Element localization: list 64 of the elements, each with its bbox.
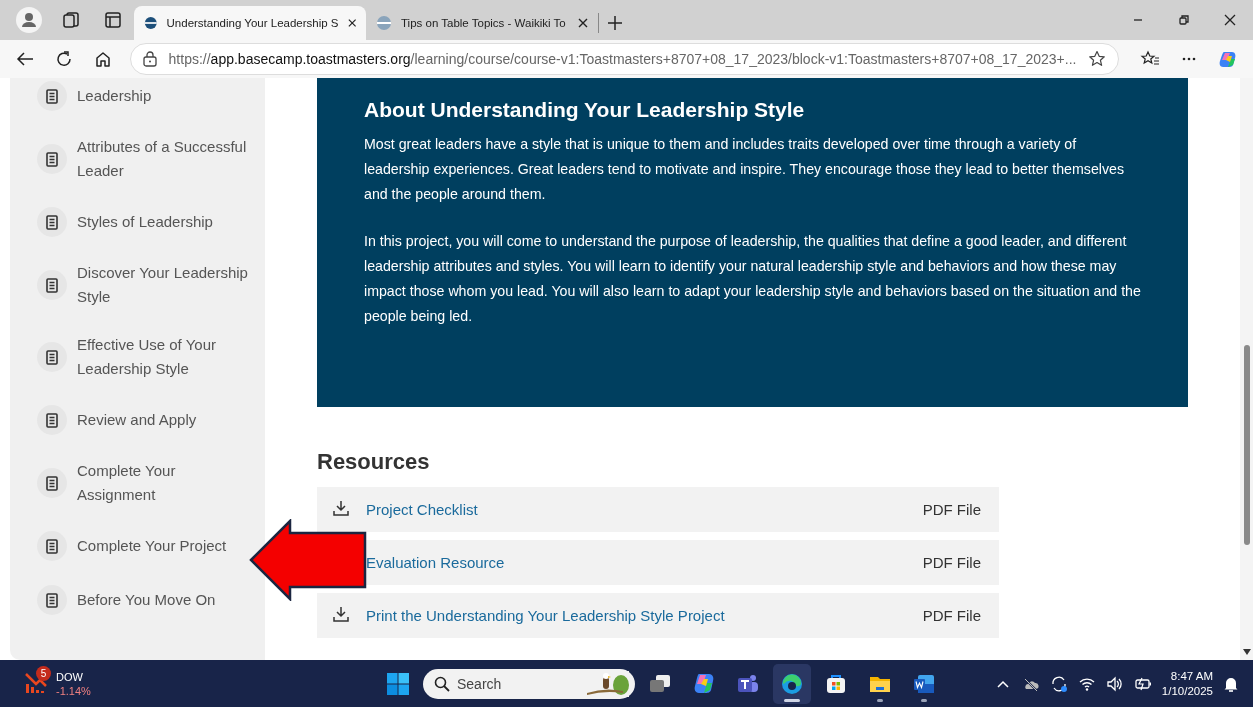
file-type: PDF File — [922, 607, 981, 624]
section-heading: About Understanding Your Leadership Style — [364, 98, 806, 122]
refresh-icon[interactable] — [54, 50, 73, 68]
stock-change: -1.14% — [56, 683, 91, 698]
document-icon — [46, 349, 58, 365]
profile-icon[interactable] — [16, 7, 42, 33]
workspaces-icon[interactable] — [62, 11, 80, 29]
download-icon[interactable] — [333, 605, 349, 622]
file-type: PDF File — [922, 554, 981, 571]
back-icon[interactable] — [15, 50, 34, 68]
site-icon — [376, 15, 392, 31]
taskbar-app[interactable] — [773, 663, 811, 704]
download-icon[interactable] — [333, 499, 349, 516]
edge-icon — [780, 671, 804, 696]
new-tab-icon[interactable] — [607, 15, 623, 31]
restore-icon[interactable] — [1178, 14, 1190, 26]
document-icon — [46, 88, 58, 104]
url-text: https://app.basecamp.toastmasters.org/learning/course/course-v1:Toastmasters+8707+08_17_2023/block-v1:Toastmasters+8707+08_17_2023+... — [168, 51, 1077, 67]
close-icon[interactable] — [1224, 14, 1236, 26]
sidebar-item[interactable]: Before You Move On — [10, 573, 259, 627]
sidebar-item[interactable]: Complete Your Assignment — [10, 447, 259, 519]
site-icon — [144, 15, 158, 31]
address-bar[interactable]: https://app.basecamp.toastmasters.org/learning/course/course-v1:Toastmasters+8707+08_17_2023/block-v1:Toastmasters+8707+08_17_2023+... — [129, 43, 1120, 75]
start-icon[interactable] — [387, 672, 409, 695]
paragraph: In this project, you will come to understand the purpose of leadership, the qualities that define a good leader, and different leadership attributes and styles. You will learn to identify your natural leadership style and behaviors and how these may impact those whom you lead. You will also learn to adapt your leadership style and behaviors based on the situation and the people being led. — [364, 232, 1141, 326]
close-icon[interactable] — [347, 18, 356, 28]
browser-tab[interactable]: Tips on Table Topics - Waikiki To — [366, 6, 598, 40]
document-icon — [46, 214, 58, 230]
resource-link[interactable]: Print the Understanding Your Leadership Style Project — [366, 607, 923, 624]
copilot-icon — [692, 671, 716, 696]
search-icon — [434, 675, 450, 692]
document-icon — [46, 412, 58, 428]
paragraph: Most great leaders have a style that is unique to them and includes traits developed over time through a variety of leadership experiences. Great leaders tend to motivate and inspire. They encourage those they lead to better themselves and the people around them. — [364, 135, 1125, 204]
resource-link[interactable]: Project Checklist — [366, 501, 923, 518]
document-icon — [46, 592, 58, 608]
notification-badge: 5 — [36, 665, 51, 681]
sidebar-item[interactable]: Complete Your Project — [10, 519, 259, 573]
tab-actions-icon[interactable] — [105, 12, 121, 28]
sync-icon[interactable] — [1049, 674, 1068, 693]
document-icon — [46, 151, 58, 167]
clock[interactable]: 8:47 AM 1/10/2025 — [1161, 668, 1213, 699]
close-icon[interactable] — [578, 18, 588, 28]
sidebar-item[interactable]: Attributes of a Successful Leader — [10, 123, 259, 195]
star-icon[interactable] — [1088, 50, 1107, 68]
section-heading: Resources — [317, 449, 431, 475]
document-icon — [46, 277, 58, 293]
scroll-down-icon[interactable] — [1242, 649, 1251, 655]
document-icon — [46, 538, 58, 554]
stock-name: DOW — [56, 669, 84, 684]
favorites-icon[interactable] — [1140, 50, 1160, 68]
sidebar-item[interactable]: Leadership — [10, 78, 259, 123]
sidebar-item[interactable]: Styles of Leadership — [10, 195, 259, 249]
resource-link[interactable]: Evaluation Resource — [366, 554, 923, 571]
scroll-thumb[interactable] — [1243, 345, 1250, 545]
file-type: PDF File — [922, 501, 981, 518]
document-icon — [46, 475, 58, 491]
sidebar-item[interactable]: Discover Your Leadership Style — [10, 249, 259, 321]
browser-tab[interactable]: Understanding Your Leadership S — [134, 6, 366, 40]
lock-icon[interactable] — [142, 51, 157, 67]
sidebar-item[interactable]: Review and Apply — [10, 393, 259, 447]
sidebar-item[interactable]: Effective Use of Your Leadership Style — [10, 321, 259, 393]
scrollbar[interactable] — [1240, 78, 1253, 660]
volume-icon[interactable] — [1105, 674, 1124, 693]
home-icon[interactable] — [93, 50, 112, 68]
